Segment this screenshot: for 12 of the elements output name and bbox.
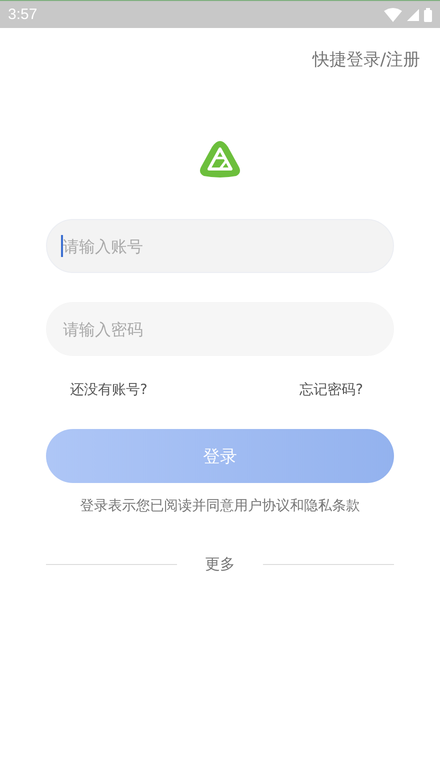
quick-login-link[interactable]: 快捷登录/注册 <box>312 48 420 71</box>
signal-icon <box>407 8 419 20</box>
password-field[interactable]: 请输入密码 <box>46 302 394 356</box>
account-field[interactable]: 请输入账号 <box>46 219 394 273</box>
register-link[interactable]: 还没有账号? <box>70 381 148 399</box>
more-link[interactable]: 更多 <box>177 555 263 574</box>
text-cursor <box>61 235 63 257</box>
logo-icon <box>198 139 242 179</box>
agreement-text: 登录表示您已阅读并同意用户协议和隐私条款 <box>79 497 361 515</box>
forgot-password-link[interactable]: 忘记密码? <box>300 381 363 399</box>
battery-icon <box>424 8 432 22</box>
wifi-icon <box>384 8 402 22</box>
